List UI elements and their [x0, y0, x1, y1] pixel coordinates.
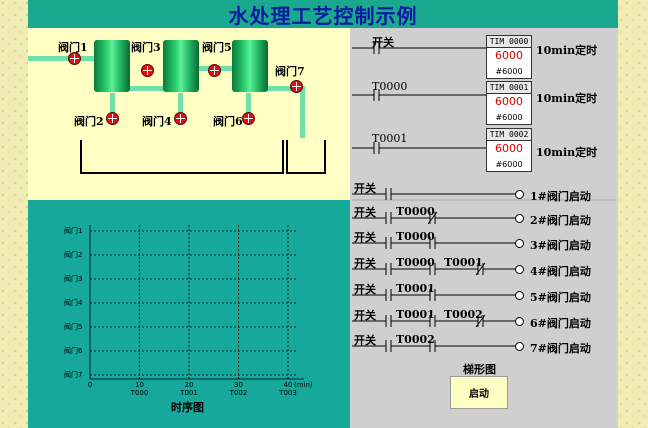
timer-2: TIM 0002 6000 #6000 — [486, 128, 532, 172]
valve-2-icon[interactable] — [106, 112, 119, 125]
rung-7-coil-icon — [515, 342, 524, 351]
timing-row-label: 阀门3 — [64, 275, 83, 283]
timing-x-sublabel: T000 — [130, 389, 149, 397]
timing-x-unit: (min) — [294, 381, 313, 389]
valve-6-label: 阀门6 — [213, 115, 243, 128]
inlet-pipe — [28, 56, 98, 61]
timing-row-label: 阀门6 — [64, 347, 83, 355]
rung-3-contact-2: T0000 — [396, 230, 435, 243]
timer-2-desc: 10min定时 — [536, 146, 598, 159]
timer-0: TIM 0000 6000 #6000 — [486, 35, 532, 79]
basin-1 — [80, 140, 284, 174]
valve-3-label: 阀门3 — [131, 41, 161, 54]
rung-4-contact-1: 开关 — [354, 257, 376, 270]
rung-2-contact-1: 开关 — [354, 206, 376, 219]
page-title: 水处理工艺控制示例 — [228, 3, 418, 28]
timer-1-name: TIM 0001 — [487, 82, 531, 94]
valve-3-icon[interactable] — [141, 64, 154, 77]
rung-2-contact-2: T0000 — [396, 205, 435, 218]
rung-3-coil-icon — [515, 239, 524, 248]
timing-x-tick-label: 30 — [234, 381, 243, 389]
rung-1-coil-label: 1#阀门启动 — [530, 190, 591, 203]
ladder-caption: 梯形图 — [463, 363, 496, 376]
rung-6-coil-icon — [515, 317, 524, 326]
timer-1-set: #6000 — [495, 113, 523, 122]
tank-1 — [94, 40, 130, 92]
timer-0-desc: 10min定时 — [536, 44, 598, 57]
timing-row-label: 阀门1 — [64, 227, 83, 235]
timing-x-sublabel: T002 — [229, 389, 248, 397]
timer-0-name: TIM 0000 — [487, 36, 531, 48]
rung-3-coil-label: 3#阀门启动 — [530, 239, 591, 252]
rung-4-contact-3: T0001 — [444, 256, 483, 269]
rung-6-contact-2: T0001 — [396, 308, 435, 321]
valve-7-label: 阀门7 — [275, 65, 305, 78]
timing-row-label: 阀门7 — [64, 371, 83, 379]
rung-2-coil-label: 2#阀门启动 — [530, 214, 591, 227]
rung-7-contact-2: T0002 — [396, 333, 435, 346]
valve-4-label: 阀门4 — [142, 115, 172, 128]
timing-x-sublabel: T003 — [279, 389, 297, 397]
valve-1-label: 阀门1 — [58, 41, 88, 54]
outlet-riser — [300, 86, 305, 138]
timer-1-desc: 10min定时 — [536, 92, 598, 105]
valve-6-icon[interactable] — [242, 112, 255, 125]
timer-rung-2-input: T0000 — [372, 80, 408, 93]
timing-row-label: 阀门4 — [64, 299, 83, 307]
timer-1: TIM 0001 6000 #6000 — [486, 81, 532, 125]
rung-5-coil-label: 5#阀门启动 — [530, 291, 591, 304]
rung-6-contact-1: 开关 — [354, 309, 376, 322]
basin-2 — [286, 140, 326, 174]
timer-rung-3-input: T0001 — [372, 132, 408, 145]
timing-row-label: 阀门5 — [64, 323, 83, 331]
rung-4-coil-label: 4#阀门启动 — [530, 265, 591, 278]
timer-2-value: 6000 — [495, 142, 523, 155]
rung-6-coil-label: 6#阀门启动 — [530, 317, 591, 330]
tank-2 — [163, 40, 199, 92]
rung-1-coil-icon — [515, 190, 524, 199]
timing-chart-panel: 时序图 阀门1 阀门2 阀门3 阀门4 阀门5 阀门6 阀门7 0 10 T000 20 T001 30… — [28, 200, 350, 428]
rung-2-coil-icon — [515, 214, 524, 223]
valve-5-icon[interactable] — [208, 64, 221, 77]
timing-x-tick-label: 0 — [87, 381, 93, 389]
rung-6-contact-3: T0002 — [444, 308, 483, 321]
timing-caption: 时序图 — [171, 401, 204, 414]
timing-x-sublabel: T001 — [180, 389, 198, 397]
rung-4-contact-2: T0000 — [396, 256, 435, 269]
timer-1-value: 6000 — [495, 95, 523, 108]
start-button[interactable]: 启动 — [450, 376, 508, 409]
valve-2-label: 阀门2 — [74, 115, 104, 128]
timer-rung-1-input: 开关 — [372, 36, 394, 49]
valve-7-icon[interactable] — [290, 80, 303, 93]
timer-0-value: 6000 — [495, 49, 523, 62]
valve-5-label: 阀门5 — [202, 41, 232, 54]
process-diagram: 阀门1 阀门2 阀门3 阀门4 阀门5 阀门6 阀门7 — [28, 28, 350, 200]
timing-x-tick-label: 20 — [184, 381, 194, 389]
rung-5-contact-1: 开关 — [354, 283, 376, 296]
rung-5-contact-2: T0001 — [396, 282, 435, 295]
timer-2-name: TIM 0002 — [487, 129, 531, 141]
timing-x-tick-label: 10 — [135, 381, 144, 389]
title-bar: 水处理工艺控制示例 — [28, 0, 618, 28]
tank-3 — [232, 40, 268, 92]
ladder-panel: 开关 T0000 T0001 TIM 0000 6000 #6000 10min… — [350, 28, 618, 428]
rung-5-coil-icon — [515, 291, 524, 300]
timer-0-set: #6000 — [495, 67, 523, 76]
timing-row-label: 阀门2 — [64, 251, 83, 259]
timer-2-set: #6000 — [495, 160, 523, 169]
rung-7-coil-label: 7#阀门启动 — [530, 342, 591, 355]
rung-4-coil-icon — [515, 265, 524, 274]
rung-7-contact-1: 开关 — [354, 334, 376, 347]
valve-4-icon[interactable] — [174, 112, 187, 125]
rung-3-contact-1: 开关 — [354, 231, 376, 244]
rung-1-contact-1: 开关 — [354, 182, 376, 195]
